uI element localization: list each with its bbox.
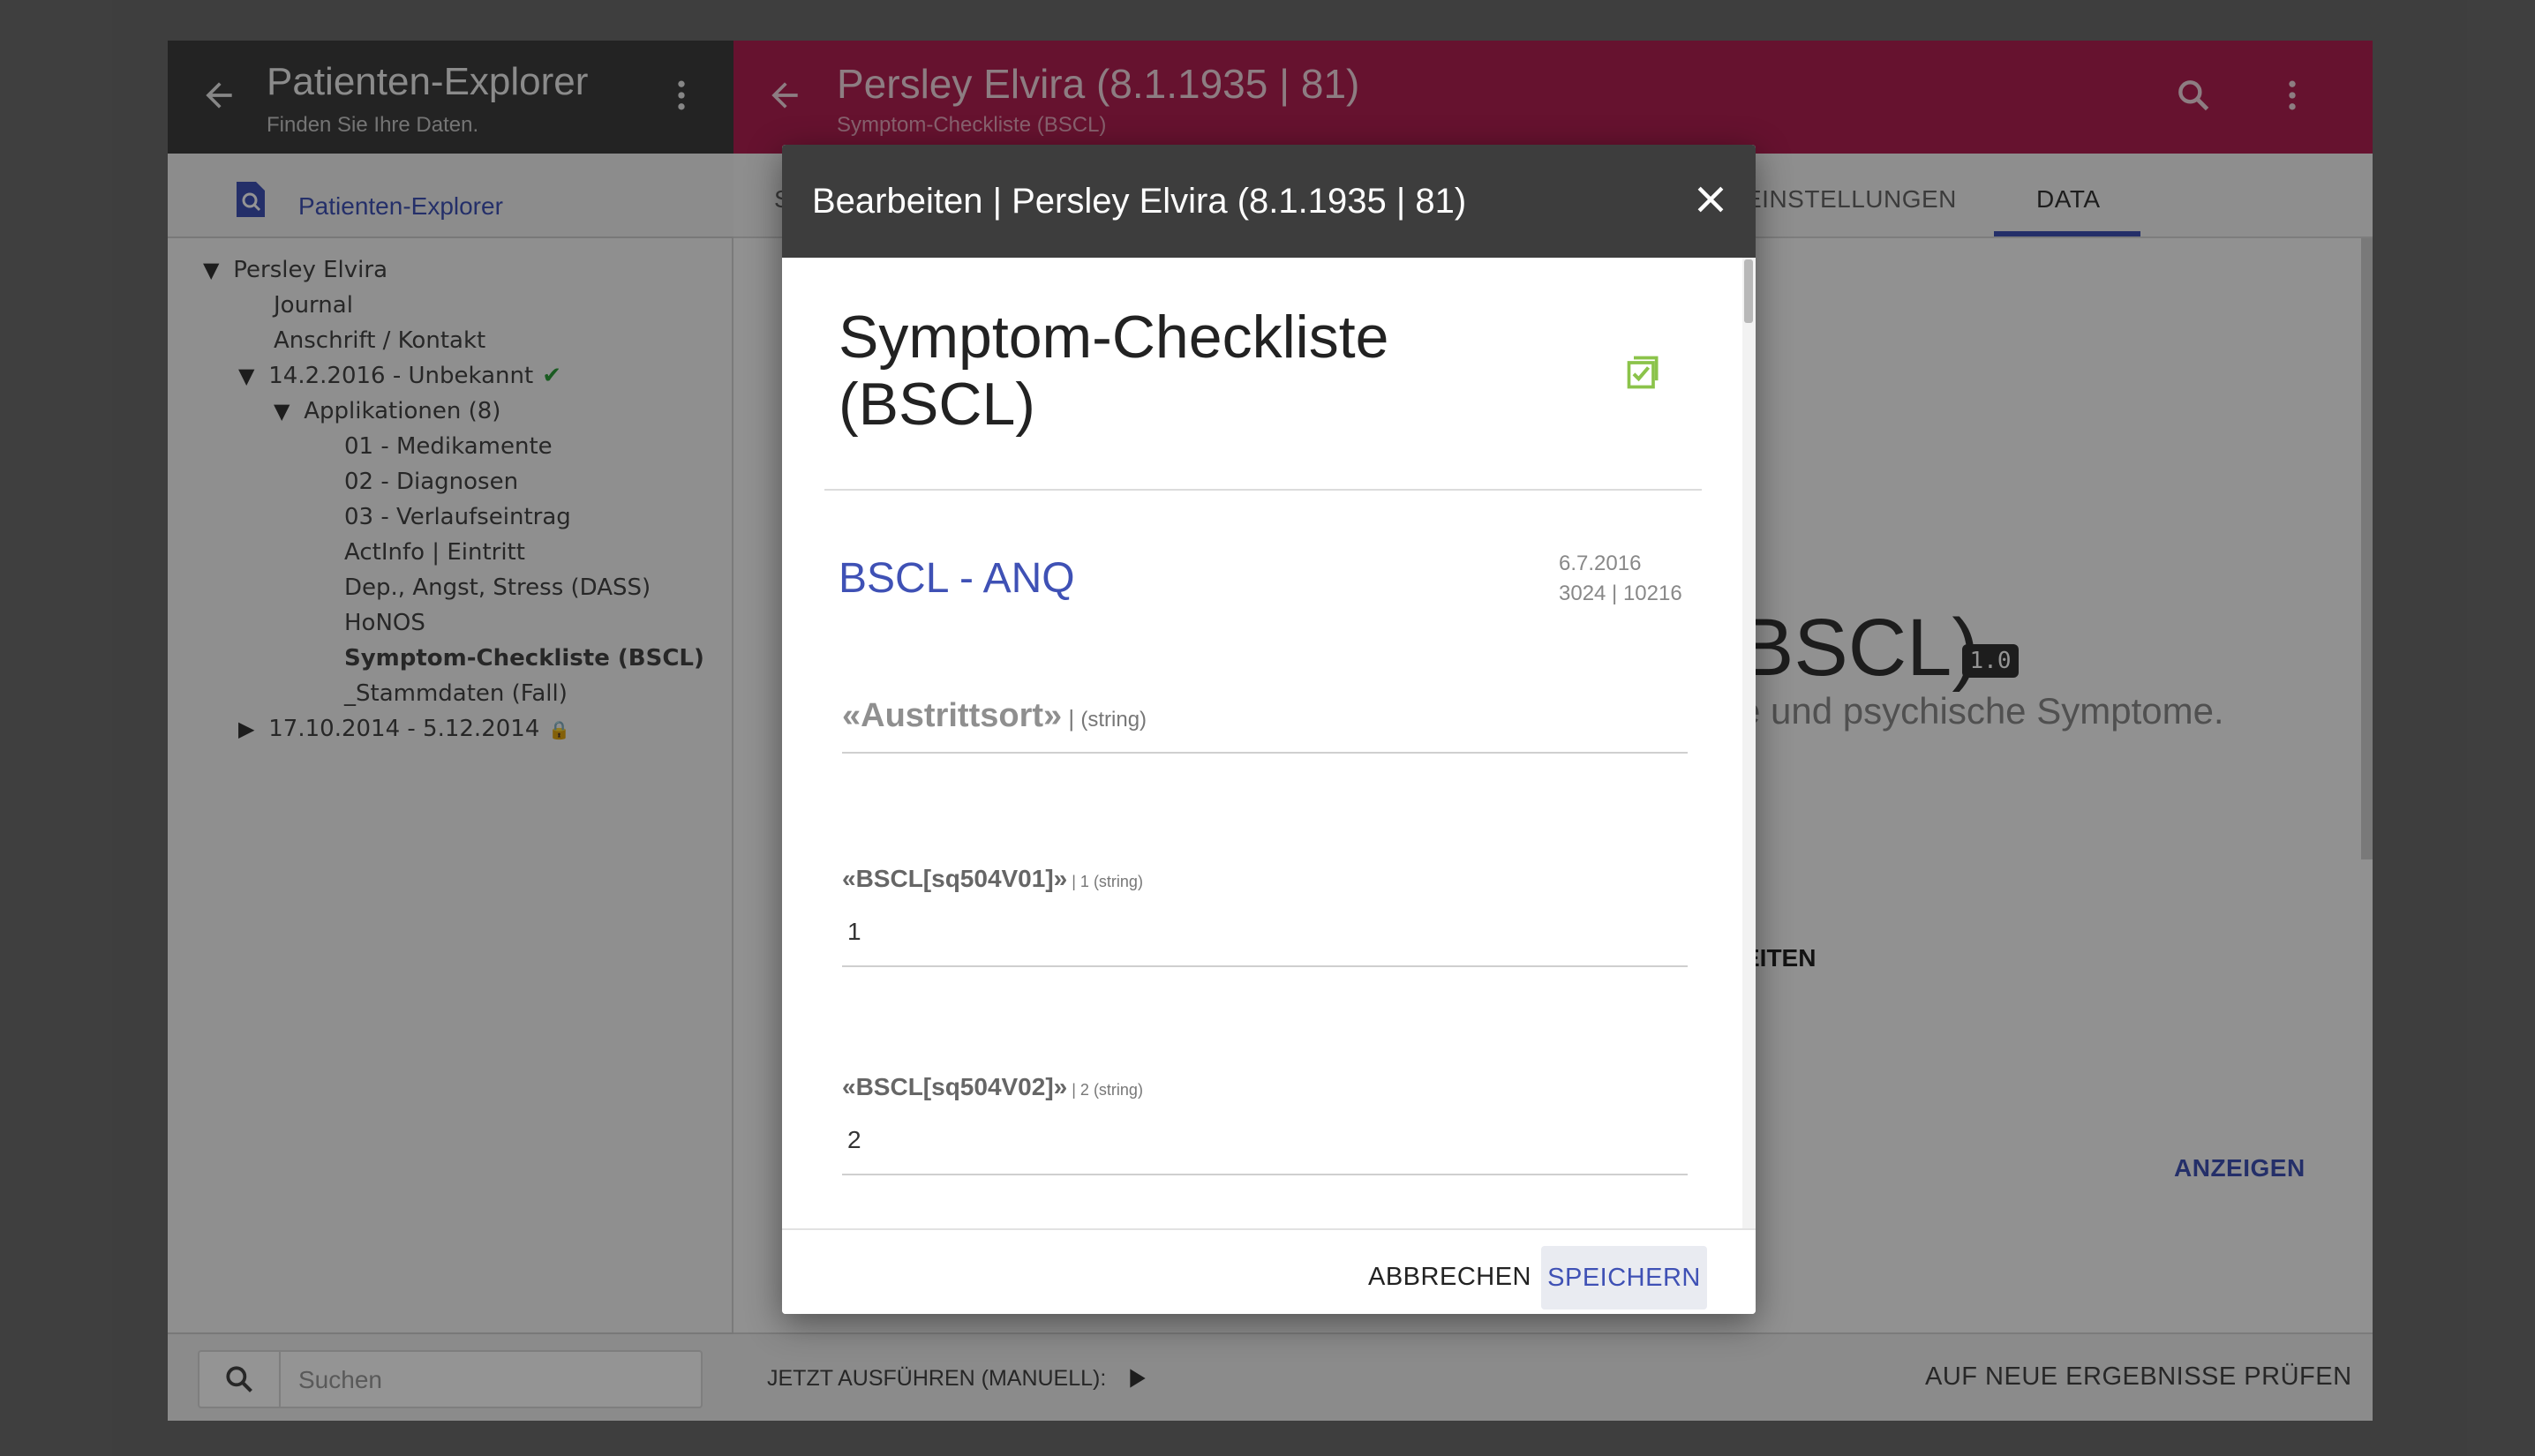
form-title: Symptom-Checkliste (BSCL) (839, 304, 1389, 438)
form-field-sq504v02[interactable]: «BSCL[sq504V02]» | 2 (string) (842, 1073, 1688, 1188)
field-separator: | 1 (1067, 873, 1094, 890)
field-underline (842, 752, 1688, 754)
field-input[interactable] (847, 1126, 1642, 1154)
field-underline (842, 1174, 1688, 1175)
field-name: «Austrittsort» (842, 697, 1063, 734)
dialog-title: Bearbeiten | Persley Elvira (8.1.1935 | … (812, 182, 1467, 221)
divider (824, 489, 1702, 491)
field-name: «BSCL[sq504V02]» (842, 1073, 1068, 1100)
dialog-scrollbar[interactable] (1742, 258, 1756, 1228)
field-separator: | 2 (1067, 1081, 1094, 1099)
field-separator: | (1062, 705, 1081, 732)
section-title: BSCL - ANQ (839, 555, 1075, 602)
dialog-scrollbar-thumb[interactable] (1744, 259, 1753, 323)
field-name: «BSCL[sq504V01]» (842, 865, 1068, 892)
section-meta: 6.7.2016 3024 | 10216 (1559, 549, 1682, 609)
form-field-sq504v01[interactable]: «BSCL[sq504V01]» | 1 (string) (842, 865, 1688, 979)
field-type: (string) (1093, 1081, 1143, 1099)
checklist-icon[interactable] (1624, 353, 1663, 392)
dialog-body[interactable]: Symptom-Checkliste (BSCL) BSCL - ANQ 6.7… (782, 258, 1756, 1228)
section-date: 6.7.2016 (1559, 552, 1642, 575)
edit-dialog: Bearbeiten | Persley Elvira (8.1.1935 | … (782, 145, 1756, 1314)
close-icon[interactable] (1691, 180, 1730, 219)
field-label: «BSCL[sq504V01]» | 1 (string) (842, 865, 1143, 893)
cancel-button[interactable]: ABBRECHEN (1352, 1248, 1547, 1306)
save-button[interactable]: SPEICHERN (1541, 1246, 1707, 1310)
dialog-header: Bearbeiten | Persley Elvira (8.1.1935 | … (782, 145, 1756, 258)
field-input[interactable] (847, 918, 1642, 946)
field-underline (842, 965, 1688, 967)
dialog-footer: ABBRECHEN SPEICHERN (782, 1228, 1756, 1314)
field-type: (string) (1093, 873, 1143, 890)
field-label: «BSCL[sq504V02]» | 2 (string) (842, 1073, 1143, 1101)
section-ids: 3024 | 10216 (1559, 582, 1682, 605)
field-label: «Austrittsort» | (string) (842, 697, 1147, 735)
form-field-austrittsort[interactable]: «Austrittsort» | (string) (842, 697, 1688, 768)
field-type: (string) (1080, 708, 1147, 732)
